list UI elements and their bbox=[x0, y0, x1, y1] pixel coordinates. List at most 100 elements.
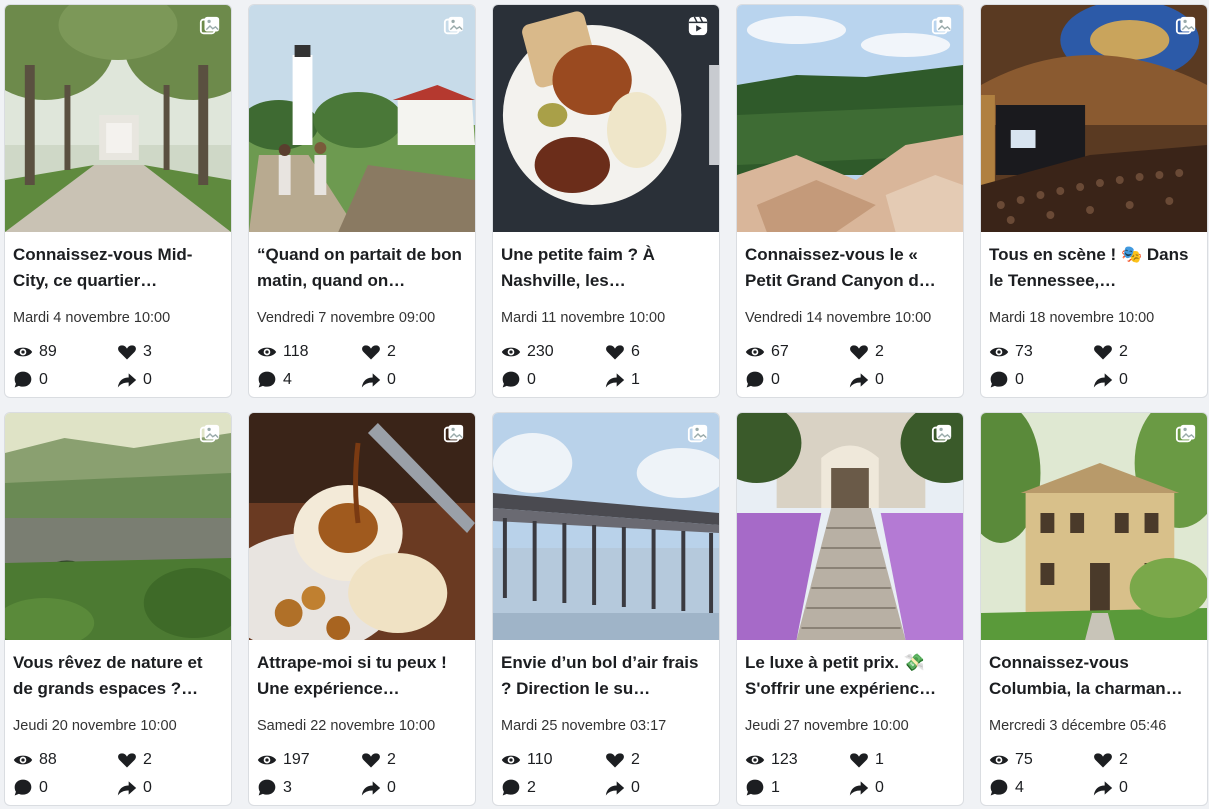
share-icon bbox=[1093, 781, 1113, 796]
share-icon bbox=[605, 781, 625, 796]
post-card[interactable]: Connaissez-vous le « Petit Grand Canyon … bbox=[736, 4, 964, 398]
shares-stat: 0 bbox=[361, 370, 461, 390]
share-icon bbox=[117, 781, 137, 796]
post-thumbnail[interactable] bbox=[5, 5, 231, 232]
eye-icon bbox=[745, 347, 765, 357]
post-date: Mardi 11 novembre 10:00 bbox=[501, 310, 666, 326]
share-icon bbox=[849, 781, 869, 796]
views-stat: 118 bbox=[257, 342, 361, 362]
share-icon bbox=[605, 373, 625, 388]
post-card[interactable]: Une petite faim ? À Nashville, les… Mard… bbox=[492, 4, 720, 398]
post-date: Vendredi 7 novembre 09:00 bbox=[257, 310, 436, 326]
comments-count: 0 bbox=[771, 371, 780, 388]
post-card[interactable]: Connaissez-vous Columbia, la charman… Me… bbox=[980, 412, 1208, 806]
post-stats: 197 2 3 0 bbox=[257, 750, 467, 798]
eye-icon bbox=[989, 347, 1009, 357]
views-count: 88 bbox=[39, 751, 57, 768]
likes-stat: 2 bbox=[361, 342, 461, 362]
share-icon bbox=[1093, 373, 1113, 388]
comments-count: 1 bbox=[771, 779, 780, 796]
post-date: Mercredi 3 décembre 05:46 bbox=[989, 718, 1167, 734]
heart-icon bbox=[362, 753, 380, 768]
heart-icon bbox=[1094, 345, 1112, 360]
likes-count: 2 bbox=[1119, 343, 1128, 360]
post-thumbnail[interactable] bbox=[5, 413, 231, 640]
post-date: Mardi 4 novembre 10:00 bbox=[13, 310, 171, 326]
comment-icon bbox=[502, 371, 520, 388]
photo-album-icon bbox=[1175, 423, 1197, 445]
share-icon bbox=[361, 781, 381, 796]
shares-stat: 0 bbox=[361, 778, 461, 798]
comments-stat: 4 bbox=[989, 778, 1093, 798]
views-stat: 230 bbox=[501, 342, 605, 362]
likes-stat: 2 bbox=[361, 750, 461, 770]
post-thumbnail[interactable] bbox=[493, 5, 719, 232]
views-count: 230 bbox=[527, 343, 554, 360]
post-thumbnail[interactable] bbox=[981, 413, 1207, 640]
eye-icon bbox=[989, 755, 1009, 765]
comments-count: 2 bbox=[527, 779, 536, 796]
comments-count: 0 bbox=[39, 371, 48, 388]
likes-stat: 2 bbox=[1093, 750, 1193, 770]
shares-stat: 0 bbox=[1093, 778, 1193, 798]
comments-count: 4 bbox=[1015, 779, 1024, 796]
views-count: 123 bbox=[771, 751, 798, 768]
views-stat: 110 bbox=[501, 750, 605, 770]
eye-icon bbox=[257, 347, 277, 357]
comments-count: 0 bbox=[1015, 371, 1024, 388]
views-count: 110 bbox=[527, 751, 553, 768]
photo-album-icon bbox=[931, 15, 953, 37]
post-title: Une petite faim ? À Nashville, les… bbox=[501, 245, 655, 290]
views-stat: 123 bbox=[745, 750, 849, 770]
post-card[interactable]: Connaissez-vous Mid-City, ce quartier… M… bbox=[4, 4, 232, 398]
comment-icon bbox=[746, 371, 764, 388]
views-stat: 75 bbox=[989, 750, 1093, 770]
views-stat: 88 bbox=[13, 750, 117, 770]
post-thumbnail[interactable] bbox=[981, 5, 1207, 232]
post-title: Connaissez-vous le « Petit Grand Canyon … bbox=[745, 245, 936, 290]
photo-album-icon bbox=[687, 423, 709, 445]
post-stats: 75 2 4 0 bbox=[989, 750, 1199, 798]
comment-icon bbox=[990, 371, 1008, 388]
comment-icon bbox=[258, 371, 276, 388]
photo-album-icon bbox=[443, 423, 465, 445]
eye-icon bbox=[501, 347, 521, 357]
comments-stat: 4 bbox=[257, 370, 361, 390]
post-card[interactable]: “Quand on partait de bon matin, quand on… bbox=[248, 4, 476, 398]
post-thumbnail[interactable] bbox=[249, 413, 475, 640]
shares-count: 0 bbox=[1119, 779, 1128, 796]
likes-count: 2 bbox=[631, 751, 640, 768]
share-icon bbox=[117, 373, 137, 388]
post-thumbnail[interactable] bbox=[737, 5, 963, 232]
post-thumbnail[interactable] bbox=[249, 5, 475, 232]
post-thumbnail[interactable] bbox=[737, 413, 963, 640]
views-count: 89 bbox=[39, 343, 57, 360]
shares-count: 1 bbox=[631, 371, 640, 388]
post-card[interactable]: Tous en scène ! 🎭 Dans le Tennessee,… Ma… bbox=[980, 4, 1208, 398]
views-stat: 67 bbox=[745, 342, 849, 362]
post-stats: 123 1 1 0 bbox=[745, 750, 955, 798]
heart-icon bbox=[606, 753, 624, 768]
likes-count: 2 bbox=[1119, 751, 1128, 768]
post-card[interactable]: Vous rêvez de nature et de grands espace… bbox=[4, 412, 232, 806]
views-count: 75 bbox=[1015, 751, 1033, 768]
post-card[interactable]: Le luxe à petit prix. 💸 S'offrir une exp… bbox=[736, 412, 964, 806]
shares-stat: 1 bbox=[605, 370, 705, 390]
comment-icon bbox=[258, 779, 276, 796]
post-thumbnail[interactable] bbox=[493, 413, 719, 640]
post-title: Tous en scène ! 🎭 Dans le Tennessee,… bbox=[989, 245, 1189, 290]
post-card[interactable]: Attrape-moi si tu peux ! Une expérience…… bbox=[248, 412, 476, 806]
eye-icon bbox=[257, 755, 277, 765]
shares-count: 0 bbox=[875, 371, 884, 388]
likes-stat: 2 bbox=[605, 750, 705, 770]
shares-stat: 0 bbox=[605, 778, 705, 798]
post-stats: 118 2 4 0 bbox=[257, 342, 467, 390]
likes-stat: 2 bbox=[117, 750, 217, 770]
likes-stat: 3 bbox=[117, 342, 217, 362]
eye-icon bbox=[13, 755, 33, 765]
comment-icon bbox=[502, 779, 520, 796]
post-card[interactable]: Envie d’un bol d’air frais ? Direction l… bbox=[492, 412, 720, 806]
comments-count: 4 bbox=[283, 371, 292, 388]
post-title: Le luxe à petit prix. 💸 S'offrir une exp… bbox=[745, 653, 937, 698]
comment-icon bbox=[746, 779, 764, 796]
